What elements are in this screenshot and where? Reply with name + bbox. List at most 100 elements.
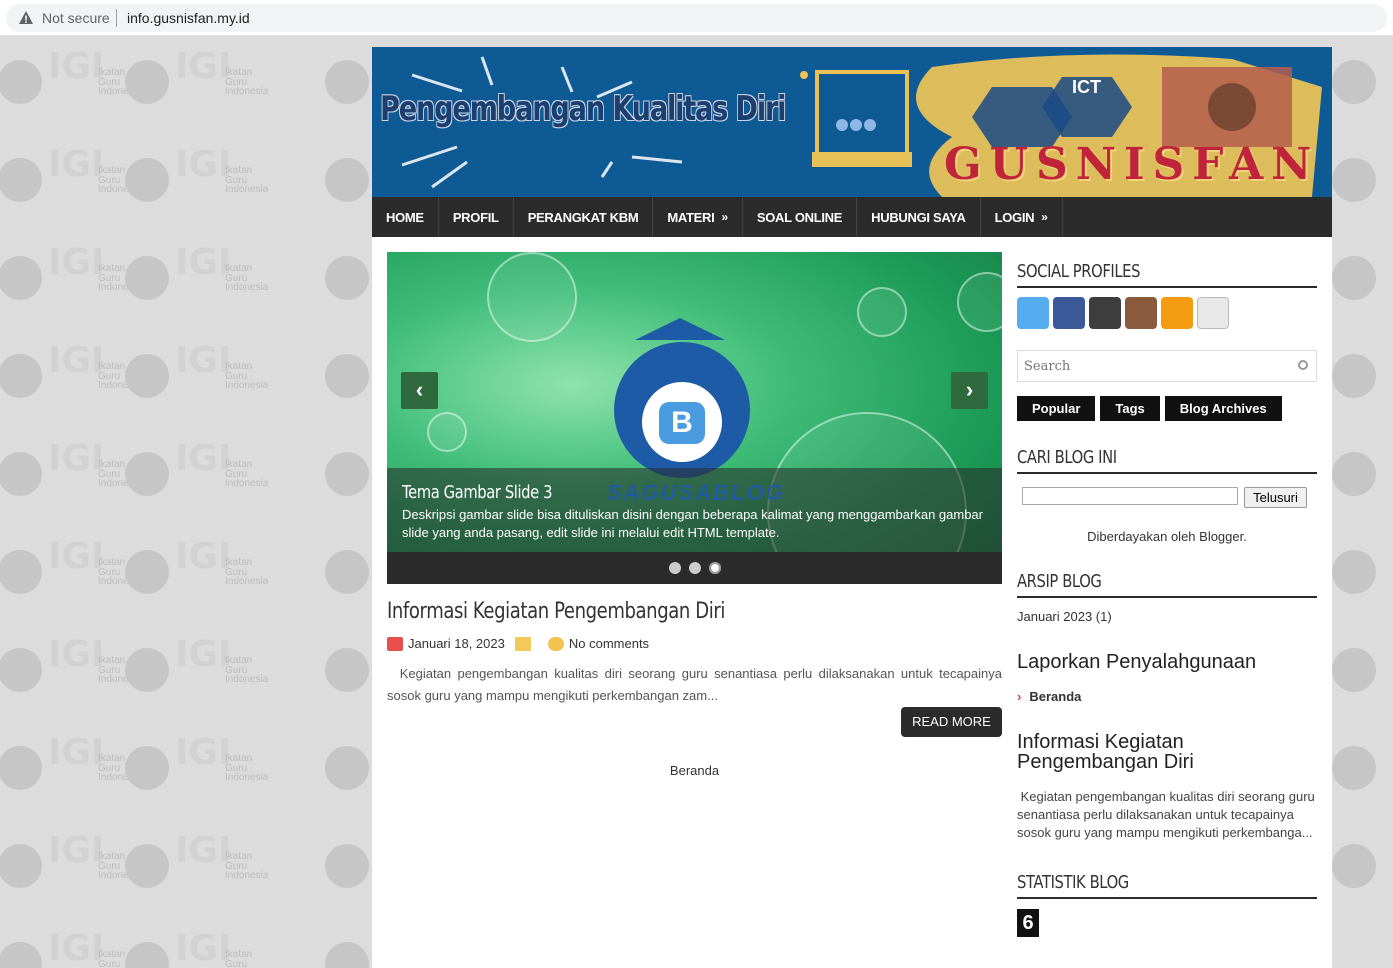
igi-logo-text: IGI [48,242,105,283]
twitter-icon[interactable] [1017,297,1049,329]
powered-by[interactable]: Diberdayakan oleh Blogger. [1017,529,1317,544]
divider [1017,286,1317,288]
tab-popular[interactable]: Popular [1017,396,1096,421]
igi-logo-icon [0,942,42,968]
igi-logo-icon [125,550,169,594]
igi-logo-icon [1332,158,1376,202]
page-container: Pengembangan Kualitas Diri ICT GUSNISFAN… [372,47,1332,968]
igi-logo-text: IGI [48,732,105,773]
slide-title[interactable]: Tema Gambar Slide 3 [402,482,552,503]
igi-name: IkatanGuruIndonesia [225,558,268,587]
igi-name: IkatanGuruIndonesia [225,68,268,97]
chevron-right-icon: › [1017,689,1022,704]
slider-prev-button[interactable]: ‹ [401,372,438,409]
security-label[interactable]: Not secure [42,10,110,26]
nav-item-home[interactable]: HOME [372,197,439,237]
image-slider[interactable]: B ‹ › Tema Gambar Slide 3 Deskripsi gamb… [387,252,1002,584]
warning-icon[interactable] [18,10,34,26]
igi-logo-icon [325,256,369,300]
slider-dot[interactable] [688,562,701,574]
search-icon[interactable] [1298,360,1308,370]
facebook-icon[interactable] [1053,297,1085,329]
blogger-icon: B [659,402,705,444]
telusuri-button[interactable]: Telusuri [1244,487,1307,508]
igi-logo-icon [1332,844,1376,888]
read-more-button[interactable]: READ MORE [901,707,1002,737]
comment-icon [547,636,564,651]
slider-dot-active[interactable] [708,562,721,574]
igi-logo-icon [1332,746,1376,790]
post-comments-link[interactable]: No comments [569,636,649,651]
slider-dot[interactable] [668,562,681,574]
igi-logo-text: IGI [48,46,105,87]
nav-item-label: SOAL ONLINE [756,209,843,225]
igi-name-line: Indonesia [225,772,269,783]
dropdown-arrow-icon: » [1041,210,1048,224]
igi-name: IkatanGuruIndonesia [225,950,268,968]
igi-logo-icon [125,256,169,300]
graduation-cap-icon [635,318,725,340]
igi-logo-icon [0,844,42,888]
nav-list: HOME PROFIL PERANGKAT KBM MATERI » SOAL ONLIN… [372,197,1332,237]
laporkan-link[interactable]: › Beranda [1017,689,1317,704]
nav-item-materi[interactable]: MATERI » [653,197,743,237]
igi-logo-icon [1332,550,1376,594]
nav-item-hubungi-saya[interactable]: HUBUNGI SAYA [857,197,981,237]
tab-tags[interactable]: Tags [1100,396,1160,421]
igi-logo-icon [125,648,169,692]
igi-name-line: Indonesia [225,380,269,391]
igi-name-line: Indonesia [225,870,269,881]
home-link-text[interactable]: Beranda [670,763,719,778]
nav-item-login[interactable]: LOGIN » [981,197,1063,237]
post-date: Januari 18, 2023 [408,636,505,651]
igi-logo-icon [325,60,369,104]
search-input[interactable] [1018,351,1278,381]
nav-item-profil[interactable]: PROFIL [439,197,514,237]
featured-post-title[interactable]: Informasi Kegiatan Pengembangan Diri [1017,732,1317,772]
igi-logo-icon [325,354,369,398]
nav-item-soal-online[interactable]: SOAL ONLINE [743,197,858,237]
tab-blog-archives[interactable]: Blog Archives [1164,396,1282,421]
rss-icon[interactable] [1161,297,1193,329]
laporkan-link-text[interactable]: Beranda [1029,689,1081,704]
igi-logo-text: IGI [175,732,232,773]
archive-item[interactable]: Januari 2023 (1) [1017,609,1317,624]
header-banner: Pengembangan Kualitas Diri ICT GUSNISFAN [372,47,1332,197]
igi-logo-icon [125,452,169,496]
slide-description: Deskripsi gambar slide bisa dituliskan d… [402,507,983,540]
igi-logo-icon [325,648,369,692]
url-text[interactable]: info.gusnisfan.my.id [127,10,250,26]
igi-logo-text: IGI [175,830,232,871]
igi-logo-icon [1332,648,1376,692]
igi-logo-icon [125,60,169,104]
igi-name: IkatanGuruIndonesia [225,264,268,293]
igi-logo-icon [0,746,42,790]
igi-logo-icon [1332,60,1376,104]
bubble-shape [857,287,907,337]
igi-name-line: Indonesia [225,282,269,293]
slider-next-button[interactable]: › [951,372,988,409]
igi-name: IkatanGuruIndonesia [225,852,268,881]
igi-name-line: Indonesia [225,674,269,685]
google-plus-icon[interactable] [1089,297,1121,329]
featured-post-excerpt-text: Kegiatan pengembangan kualitas diri seor… [1017,789,1315,840]
nav-item-perangkat-kbm[interactable]: PERANGKAT KBM [514,197,654,237]
instagram-icon[interactable] [1125,297,1157,329]
igi-logo-icon [0,60,42,104]
post-title[interactable]: Informasi Kegiatan Pengembangan Diri [387,599,725,624]
igi-logo-text: IGI [175,438,232,479]
social-icons [1017,297,1317,329]
igi-name: IkatanGuruIndonesia [225,166,268,195]
igi-name-line: Indonesia [225,478,269,489]
nav-item-label: LOGIN [994,209,1035,225]
igi-logo-icon [0,158,42,202]
post-excerpt-text: Kegiatan pengembangan kualitas diri seor… [387,666,1002,703]
igi-logo-icon [0,648,42,692]
email-icon[interactable] [1197,297,1229,329]
site-title[interactable]: Pengembangan Kualitas Diri [380,89,786,129]
slider-dots [387,552,1002,584]
igi-name: IkatanGuruIndonesia [225,754,268,783]
cari-blog-input[interactable] [1022,487,1238,505]
igi-logo-text: IGI [48,536,105,577]
igi-name-line: Indonesia [225,184,269,195]
